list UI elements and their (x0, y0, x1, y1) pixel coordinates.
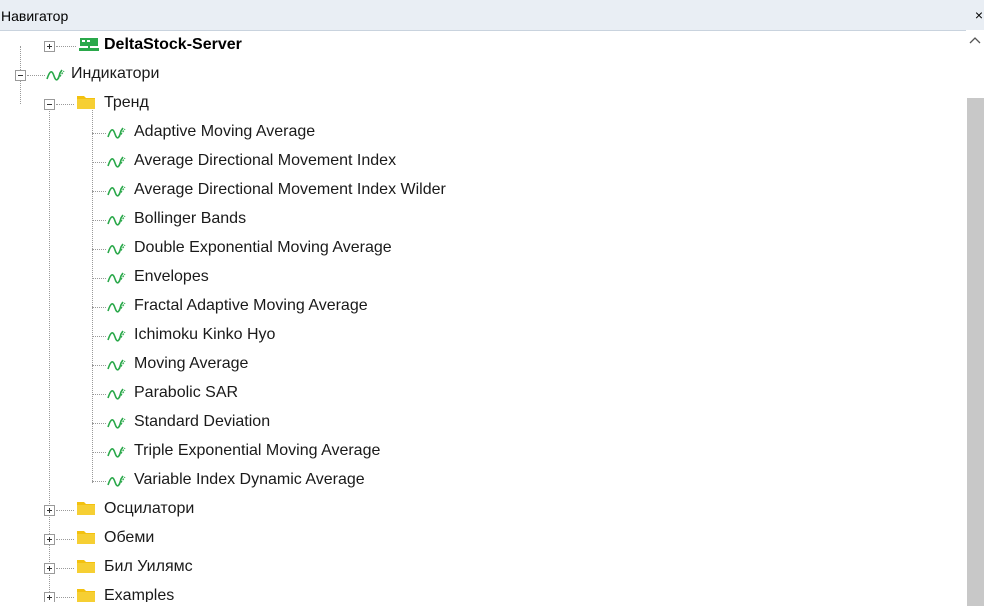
indicator-label: Adaptive Moving Average (134, 123, 316, 140)
server-label: DeltaStock-Server (104, 36, 242, 53)
indicator-icon (107, 185, 126, 197)
scroll-up-arrow-icon[interactable] (966, 30, 984, 50)
scrollbar-thumb[interactable] (967, 98, 984, 606)
tree-item-indicator[interactable]: Ichimoku Kinko Hyo (0, 321, 960, 350)
tree-node-folder[interactable]: Обеми (0, 524, 960, 553)
expand-toggle[interactable] (44, 563, 55, 574)
indicator-label: Moving Average (134, 355, 249, 372)
close-button[interactable]: × (975, 7, 983, 23)
navigator-title: Навигатор (1, 8, 69, 24)
tree-item-indicator[interactable]: Adaptive Moving Average (0, 118, 960, 147)
indicator-label: Bollinger Bands (134, 210, 247, 227)
folder-icon (77, 560, 95, 573)
indicator-icon (107, 243, 126, 255)
tree-node-server[interactable]: DeltaStock-Server (0, 31, 960, 60)
indicator-icon (107, 446, 126, 458)
indicator-label: Fractal Adaptive Moving Average (134, 297, 368, 314)
tree-item-indicator[interactable]: Standard Deviation (0, 408, 960, 437)
expand-toggle[interactable] (44, 505, 55, 516)
tree-item-indicator[interactable]: Fractal Adaptive Moving Average (0, 292, 960, 321)
expand-toggle[interactable] (44, 534, 55, 545)
indicator-icon (107, 301, 126, 313)
tree-item-indicator[interactable]: Envelopes (0, 263, 960, 292)
indicator-icon (107, 417, 126, 429)
tree-item-indicator[interactable]: Triple Exponential Moving Average (0, 437, 960, 466)
indicator-icon (107, 272, 126, 284)
indicator-icon (46, 69, 65, 81)
tree-node-trend[interactable]: Тренд (0, 89, 960, 118)
tree-item-indicator[interactable]: Parabolic SAR (0, 379, 960, 408)
indicator-icon (107, 156, 126, 168)
tree-node-folder[interactable]: Осцилатори (0, 495, 960, 524)
tree-node-folder[interactable]: Бил Уилямс (0, 553, 960, 582)
folder-label: Examples (104, 587, 175, 602)
folder-icon (77, 531, 95, 544)
collapse-toggle[interactable] (15, 70, 26, 81)
folder-label: Осцилатори (104, 500, 195, 517)
tree-node-indicators[interactable]: Индикатори (0, 60, 960, 89)
collapse-toggle[interactable] (44, 99, 55, 110)
indicator-label: Average Directional Movement Index (134, 152, 397, 169)
indicator-icon (107, 388, 126, 400)
indicator-label: Average Directional Movement Index Wilde… (134, 181, 446, 198)
navigator-title-bar: Навигатор × (0, 0, 984, 31)
indicator-label: Envelopes (134, 268, 209, 285)
expand-toggle[interactable] (44, 41, 55, 52)
folder-icon (77, 502, 95, 515)
expand-toggle[interactable] (44, 592, 55, 602)
tree-item-indicator[interactable]: Bollinger Bands (0, 205, 960, 234)
tree-item-indicator[interactable]: Average Directional Movement Index Wilde… (0, 176, 960, 205)
indicator-label: Triple Exponential Moving Average (134, 442, 381, 459)
indicator-icon (107, 330, 126, 342)
indicator-label: Double Exponential Moving Average (134, 239, 392, 256)
folder-label: Бил Уилямс (104, 558, 193, 575)
tree-item-indicator[interactable]: Average Directional Movement Index (0, 147, 960, 176)
tree-item-indicator[interactable]: Moving Average (0, 350, 960, 379)
tree-item-indicator[interactable]: Variable Index Dynamic Average (0, 466, 960, 495)
indicator-label: Standard Deviation (134, 413, 271, 430)
trend-label: Тренд (104, 94, 149, 111)
indicator-icon (107, 214, 126, 226)
indicator-icon (107, 127, 126, 139)
indicator-label: Variable Index Dynamic Average (134, 471, 365, 488)
folder-icon (77, 96, 95, 109)
indicator-label: Ichimoku Kinko Hyo (134, 326, 276, 343)
tree-node-folder[interactable]: Examples (0, 582, 960, 602)
navigator-tree: DeltaStock-Server Индикатори Тренд Adapt… (0, 30, 966, 602)
tree-item-indicator[interactable]: Double Exponential Moving Average (0, 234, 960, 263)
vertical-scrollbar[interactable] (966, 30, 984, 606)
folder-icon (77, 589, 95, 602)
indicators-label: Индикатори (71, 65, 160, 82)
indicator-label: Parabolic SAR (134, 384, 239, 401)
indicator-icon (107, 359, 126, 371)
server-icon (79, 38, 99, 51)
folder-label: Обеми (104, 529, 155, 546)
indicator-icon (107, 475, 126, 487)
